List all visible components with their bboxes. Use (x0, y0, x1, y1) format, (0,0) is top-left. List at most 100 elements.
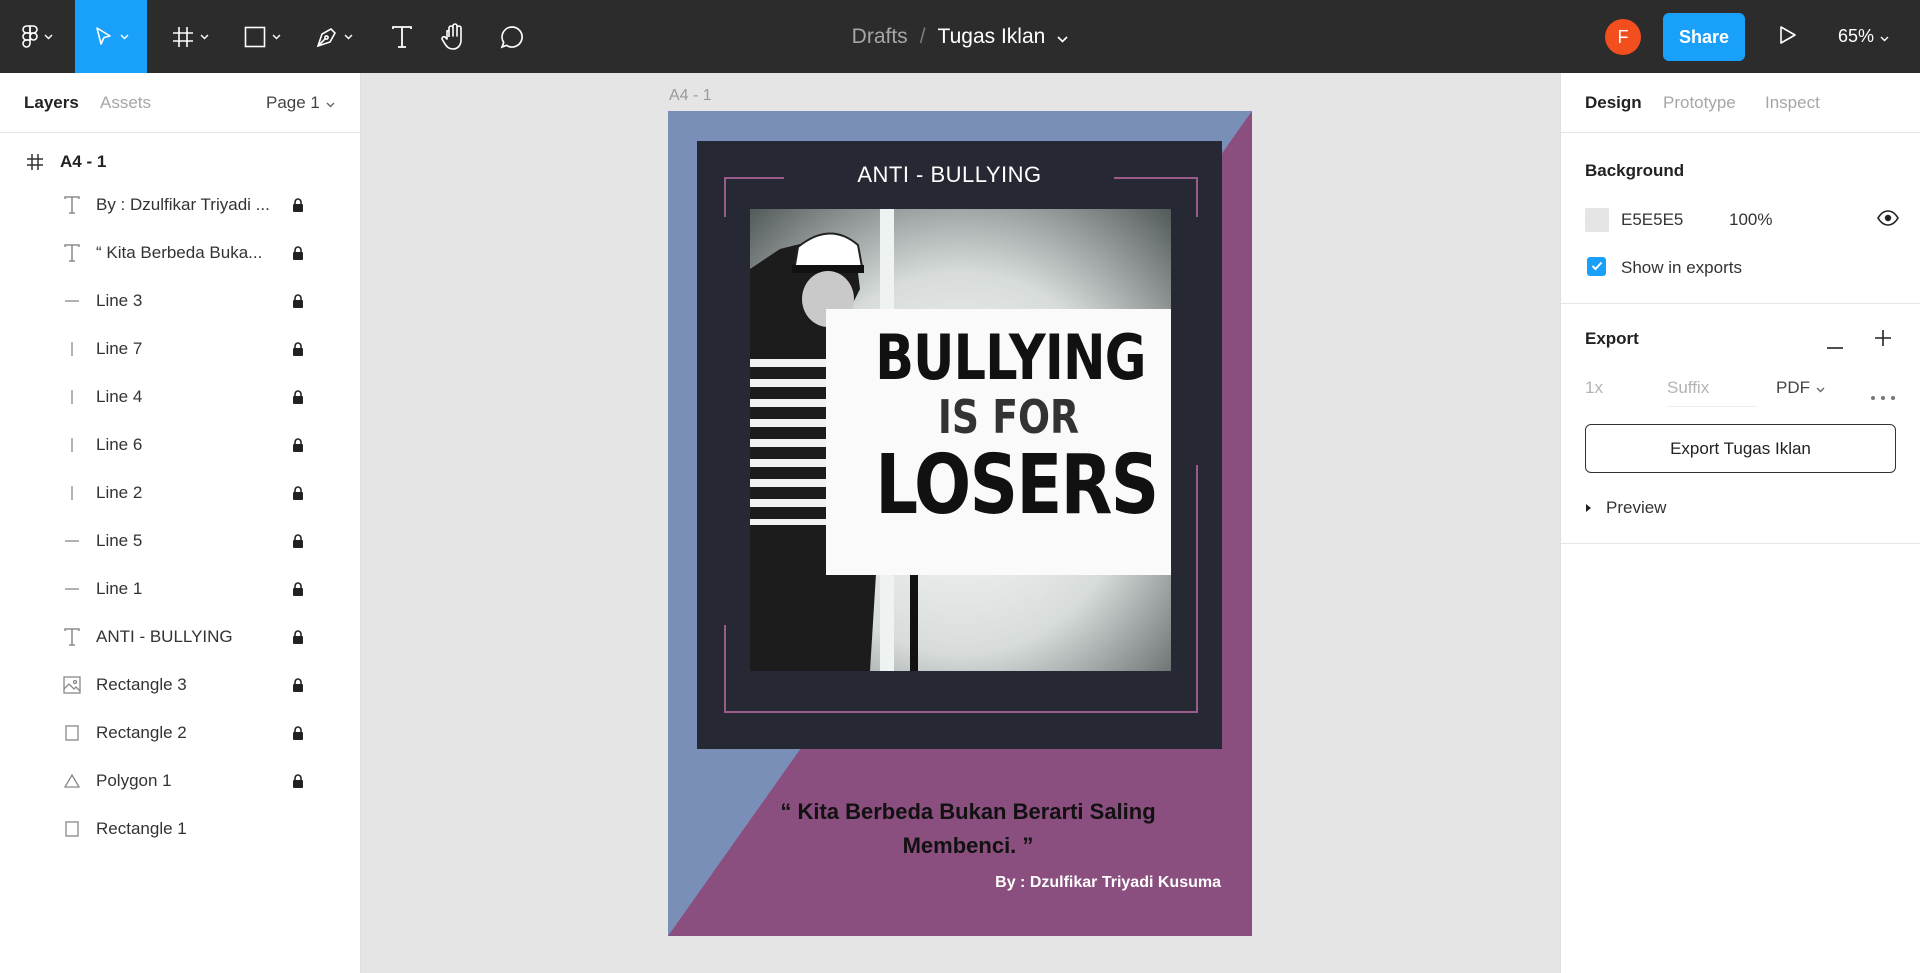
layer-row[interactable]: By : Dzulfikar Triyadi ... (0, 185, 361, 225)
lock-icon[interactable] (292, 438, 304, 457)
layer-row[interactable]: Rectangle 2 (0, 713, 361, 753)
layer-row[interactable]: Line 3 (0, 281, 361, 321)
hand-tool-button[interactable] (428, 0, 480, 73)
layer-row[interactable]: Line 1 (0, 569, 361, 609)
avatar[interactable]: F (1605, 19, 1641, 55)
export-suffix-input[interactable]: Suffix (1667, 378, 1757, 407)
frame-tool-button[interactable] (160, 0, 220, 73)
export-format-dropdown[interactable]: PDF (1776, 378, 1825, 398)
tab-design[interactable]: Design (1585, 93, 1642, 113)
text-tool-button[interactable] (376, 0, 428, 73)
chevron-down-icon (120, 34, 129, 40)
layer-label: Line 5 (96, 531, 143, 550)
line-vertical-icon (62, 435, 82, 455)
line-horizontal-icon (62, 291, 82, 311)
layer-row[interactable]: Line 2 (0, 473, 361, 513)
lock-icon[interactable] (292, 390, 304, 409)
chevron-down-icon (344, 34, 353, 40)
layer-row[interactable]: Line 5 (0, 521, 361, 561)
tab-prototype[interactable]: Prototype (1663, 93, 1736, 113)
export-preview-toggle[interactable]: Preview (1585, 498, 1666, 518)
chevron-down-icon (44, 34, 53, 40)
show-in-exports-checkbox[interactable] (1587, 257, 1606, 276)
layer-row[interactable]: Line 7 (0, 329, 361, 369)
layer-label: Rectangle 1 (96, 819, 187, 838)
lock-icon[interactable] (292, 678, 304, 697)
layer-label: Rectangle 2 (96, 723, 187, 742)
layer-row[interactable]: Line 6 (0, 425, 361, 465)
layer-frame-a4[interactable]: A4 - 1 (0, 145, 361, 179)
tab-assets[interactable]: Assets (100, 93, 151, 113)
export-button[interactable]: Export Tugas Iklan (1585, 424, 1896, 473)
layers-panel: Layers Assets Page 1 A4 - 1 By : Dzulfik… (0, 73, 361, 973)
poster-frame[interactable]: ANTI - BULLYING BULLYING IS FOR LOSERS “… (668, 111, 1252, 936)
export-scale-field[interactable]: 1x (1585, 378, 1603, 398)
layer-row[interactable]: Rectangle 3 (0, 665, 361, 705)
chevron-down-icon[interactable] (1057, 25, 1068, 49)
layer-row[interactable]: Rectangle 1 (0, 809, 361, 849)
frame-hash-icon (26, 153, 44, 176)
layer-label: Line 7 (96, 339, 143, 358)
comment-tool-button[interactable] (486, 0, 538, 73)
layer-row[interactable]: Polygon 1 (0, 761, 361, 801)
lock-icon[interactable] (292, 198, 304, 217)
canvas[interactable]: A4 - 1 ANTI - BULLYING BULLYING IS FOR L… (361, 73, 1884, 973)
lock-icon[interactable] (292, 630, 304, 649)
layer-row[interactable]: ANTI - BULLYING (0, 617, 361, 657)
caret-right-icon (1585, 498, 1592, 518)
layer-label: ANTI - BULLYING (96, 627, 233, 646)
lock-icon[interactable] (292, 582, 304, 601)
frame-hash-icon (172, 26, 194, 48)
more-options-icon[interactable] (1871, 387, 1895, 405)
background-opacity-field[interactable]: 100% (1729, 210, 1772, 230)
chevron-down-icon (272, 34, 281, 40)
lock-icon[interactable] (292, 534, 304, 553)
lock-icon[interactable] (292, 246, 304, 265)
remove-export-icon[interactable] (1826, 337, 1844, 355)
layer-row[interactable]: Line 4 (0, 377, 361, 417)
share-button[interactable]: Share (1663, 13, 1745, 61)
image-icon (62, 675, 82, 695)
poster-photo: BULLYING IS FOR LOSERS (750, 209, 1171, 671)
poster-byline: By : Dzulfikar Triyadi Kusuma (995, 874, 1221, 891)
lock-icon[interactable] (292, 294, 304, 313)
breadcrumb-drafts-link[interactable]: Drafts (852, 25, 908, 49)
toolbar: Drafts / Tugas Iklan F Share 65% (0, 0, 1920, 73)
file-name[interactable]: Tugas Iklan (938, 25, 1046, 49)
line-horizontal-icon (62, 579, 82, 599)
page-selector[interactable]: Page 1 (266, 93, 335, 113)
export-format-value: PDF (1776, 378, 1810, 397)
main-menu-button[interactable] (14, 0, 60, 73)
shape-tool-button[interactable] (232, 0, 292, 73)
sign-text: BULLYING IS FOR LOSERS (846, 325, 1171, 529)
background-hex-field[interactable]: E5E5E5 (1621, 210, 1683, 230)
line-vertical-icon (62, 387, 82, 407)
zoom-level: 65% (1838, 26, 1875, 46)
present-button[interactable] (1770, 20, 1806, 54)
tab-inspect[interactable]: Inspect (1765, 93, 1820, 113)
eye-icon[interactable] (1877, 210, 1899, 231)
lock-icon[interactable] (292, 726, 304, 745)
frame-label[interactable]: A4 - 1 (669, 87, 712, 105)
decor-line (1196, 465, 1198, 713)
breadcrumb-separator: / (919, 24, 926, 48)
triangle-icon (62, 771, 82, 791)
play-icon (1779, 25, 1797, 50)
lock-icon[interactable] (292, 486, 304, 505)
text-T-icon (391, 25, 413, 49)
layer-label: Line 1 (96, 579, 143, 598)
lock-icon[interactable] (292, 774, 304, 793)
add-export-icon[interactable] (1874, 329, 1892, 352)
hand-icon (441, 22, 467, 51)
background-color-swatch[interactable] (1585, 208, 1609, 232)
chevron-down-icon (1880, 26, 1889, 47)
chevron-down-icon (1816, 378, 1825, 398)
tab-layers[interactable]: Layers (24, 93, 79, 113)
pen-tool-button[interactable] (304, 0, 364, 73)
sign-line-2: IS FOR (937, 390, 1080, 444)
layer-row[interactable]: “ Kita Berbeda Buka... (0, 233, 361, 273)
zoom-dropdown[interactable]: 65% (1838, 0, 1889, 73)
lock-icon[interactable] (292, 342, 304, 361)
move-tool-button[interactable] (75, 0, 147, 73)
text-icon (62, 627, 82, 647)
